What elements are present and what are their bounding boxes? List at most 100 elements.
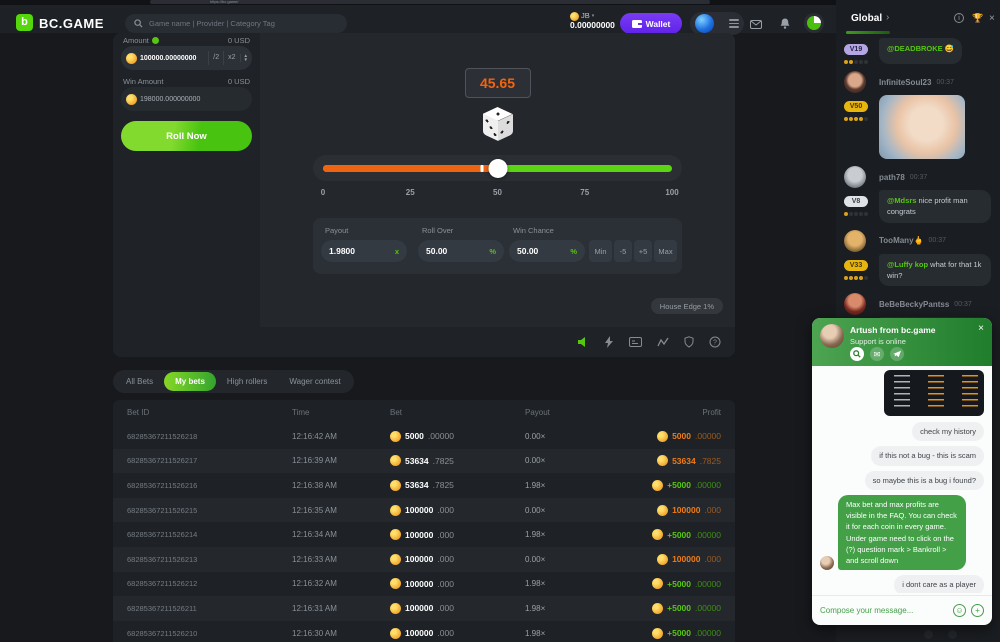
chat-image[interactable] — [879, 95, 965, 159]
trophy-icon[interactable]: 🏆 — [972, 13, 983, 24]
bet-profit: 100000.000 — [630, 505, 721, 516]
compose-message-input[interactable] — [820, 606, 948, 615]
chat-message: TooMany🖕00:37V33@Luffy kop what for that… — [844, 230, 994, 287]
win-amount-usd: 0 USD — [228, 77, 250, 86]
svg-text:?: ? — [713, 339, 717, 346]
search-input[interactable]: Game name | Provider | Category Tag — [125, 14, 347, 33]
chat-username[interactable]: BeBeBeckyPantss — [879, 300, 949, 309]
bet-row[interactable]: 68285367211526217 12:16:39 AM 53634.7825… — [113, 449, 735, 474]
scale-tick: 75 — [580, 188, 589, 197]
coin-icon — [657, 505, 668, 516]
bet-amount-input[interactable]: 100000.00000000 /2 x2 ▲▼ — [121, 46, 252, 70]
minus-5-button[interactable]: -5 — [614, 240, 632, 262]
turbo-bolt-icon[interactable] — [604, 336, 614, 348]
chat-room-title[interactable]: Global — [851, 13, 882, 24]
support-attachment-image[interactable] — [884, 370, 984, 416]
chat-header: Global › i 🏆 × — [836, 5, 1000, 33]
col-bet-id: Bet ID — [127, 408, 292, 417]
stats-panel-icon[interactable] — [629, 337, 642, 347]
chat-username[interactable]: InfiniteSoul23 — [879, 78, 931, 87]
bet-row[interactable]: 68285367211526214 12:16:34 AM 100000.000… — [113, 522, 735, 547]
emoji-icon[interactable]: ☺ — [953, 604, 966, 617]
max-button[interactable]: Max — [654, 240, 677, 262]
bet-row[interactable]: 68285367211526213 12:16:33 AM 100000.000… — [113, 547, 735, 572]
trends-icon[interactable] — [657, 337, 669, 347]
wallet-label: Wallet — [646, 19, 671, 29]
bc-logo-text[interactable]: BC.GAME — [39, 16, 104, 31]
level-stars — [844, 58, 874, 64]
fairness-shield-icon[interactable] — [684, 336, 694, 348]
coin-icon — [652, 603, 663, 614]
chat-timestamp: 00:37 — [954, 301, 972, 308]
tab-wager-contest[interactable]: Wager contest — [278, 372, 351, 391]
attach-icon[interactable]: + — [971, 604, 984, 617]
bet-amount-value[interactable]: 100000.00000000 — [140, 55, 208, 62]
bet-row[interactable]: 68285367211526212 12:16:32 AM 100000.000… — [113, 572, 735, 597]
bet-time: 12:16:33 AM — [292, 555, 390, 564]
user-avatar[interactable] — [844, 166, 866, 188]
currency-toggle-icon[interactable] — [152, 37, 159, 44]
scale-tick: 25 — [406, 188, 415, 197]
close-support-icon[interactable]: × — [978, 323, 984, 334]
address-bar[interactable]: https://bc.game/ — [150, 0, 710, 4]
payout-input[interactable]: 1.9800x — [321, 240, 407, 262]
search-placeholder: Game name | Provider | Category Tag — [149, 19, 275, 28]
bet-time: 12:16:35 AM — [292, 506, 390, 515]
profile-menu[interactable] — [690, 12, 744, 35]
sound-icon[interactable] — [577, 336, 589, 348]
roll-slider[interactable] — [313, 155, 682, 181]
balance-selector[interactable]: JB▾ 0.00000000 — [570, 12, 615, 30]
bet-row[interactable]: 68285367211526218 12:16:42 AM 5000.00000… — [113, 424, 735, 449]
support-message-list: check my historyif this not a bug - this… — [820, 370, 984, 593]
bet-row[interactable]: 68285367211526211 12:16:31 AM 100000.000… — [113, 596, 735, 621]
support-mascot-icon[interactable] — [804, 13, 824, 33]
double-bet-button[interactable]: x2 — [223, 51, 239, 65]
user-avatar[interactable] — [844, 293, 866, 315]
user-avatar[interactable] — [844, 230, 866, 252]
coin-icon — [390, 603, 401, 614]
roll-over-label: Roll Over — [422, 226, 453, 235]
roll-over-input[interactable]: 50.00% — [418, 240, 504, 262]
messages-icon[interactable] — [750, 16, 762, 34]
tab-my-bets[interactable]: My bets — [164, 372, 216, 391]
win-chance-input[interactable]: 50.00% — [509, 240, 585, 262]
user-avatar[interactable] — [844, 71, 866, 93]
bet-row[interactable]: 68285367211526216 12:16:38 AM 53634.7825… — [113, 473, 735, 498]
plus-5-button[interactable]: +5 — [634, 240, 652, 262]
bets-table-header: Bet ID Time Bet Payout Profit — [113, 400, 735, 424]
bet-row[interactable]: 68285367211526215 12:16:35 AM 100000.000… — [113, 498, 735, 523]
scale-tick: 50 — [493, 188, 502, 197]
close-chat-icon[interactable]: × — [989, 13, 995, 24]
help-icon[interactable]: ? — [709, 336, 721, 348]
search-support-icon[interactable] — [850, 347, 864, 361]
win-amount-value: 198000.000000000 — [140, 96, 200, 103]
bet-row[interactable]: 68285367211526210 12:16:30 AM 100000.000… — [113, 621, 735, 642]
chat-username[interactable]: TooMany🖕 — [879, 236, 923, 245]
chat-username[interactable]: path78 — [879, 173, 905, 182]
slider-track[interactable] — [323, 165, 672, 172]
bet-profit: +5000.00000 — [630, 529, 721, 540]
coin-icon — [390, 431, 401, 442]
tab-high-rollers[interactable]: High rollers — [216, 372, 278, 391]
wallet-button[interactable]: Wallet — [620, 13, 682, 34]
email-icon[interactable]: ✉ — [870, 347, 884, 361]
avatar[interactable] — [695, 14, 714, 33]
send-telegram-icon[interactable] — [890, 347, 904, 361]
tab-all-bets[interactable]: All Bets — [115, 372, 164, 391]
chat-rules-icon[interactable]: i — [954, 13, 964, 23]
chat-message: InfiniteSoul2300:37V50 — [844, 71, 994, 159]
wallet-icon — [632, 20, 642, 28]
chevron-right-icon[interactable]: › — [886, 12, 889, 23]
bc-logo-icon[interactable]: b — [16, 14, 33, 31]
bet-profit: +5000.00000 — [630, 578, 721, 589]
slider-handle[interactable] — [488, 159, 507, 178]
min-button[interactable]: Min — [589, 240, 612, 262]
amount-stepper[interactable]: ▲▼ — [240, 54, 252, 62]
chat-timestamp: 00:37 — [936, 79, 954, 86]
notifications-bell-icon[interactable] — [780, 16, 790, 34]
bet-payout: 1.98× — [525, 579, 630, 588]
roll-now-button[interactable]: Roll Now — [121, 121, 252, 151]
footer-dot — [924, 630, 933, 639]
half-bet-button[interactable]: /2 — [208, 51, 223, 65]
bet-profit: +5000.00000 — [630, 628, 721, 639]
